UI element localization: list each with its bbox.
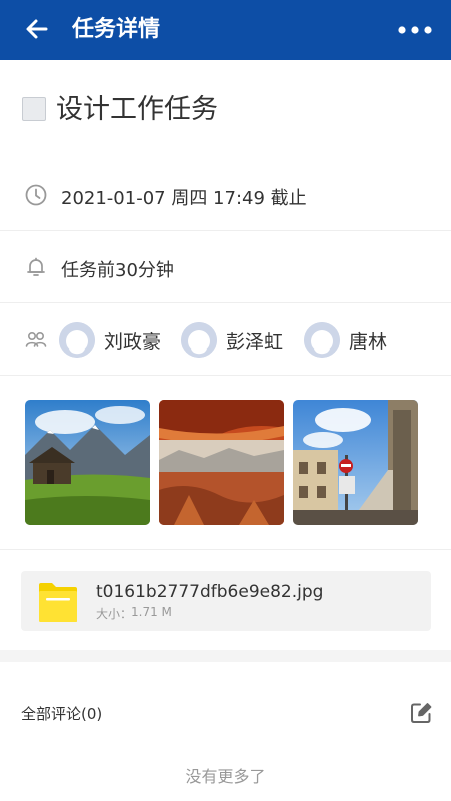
- deadline-row[interactable]: 2021-01-07 周四 17:49 截止: [0, 160, 451, 231]
- member-name: 彭泽虹: [226, 331, 284, 353]
- attachment-size-label: 大小：: [96, 607, 133, 621]
- member-name: 唐林: [349, 331, 388, 353]
- attachment-file-name: t0161b2777dfb6e9e82.jpg: [96, 582, 324, 602]
- avatar-placeholder-icon: [304, 322, 340, 358]
- page-title: 任务详情: [72, 17, 161, 42]
- no-more-text: 没有更多了: [185, 767, 266, 786]
- task-title: 设计工作任务: [56, 94, 218, 125]
- clock-icon: [25, 184, 47, 206]
- app-bar: 任务详情: [0, 0, 451, 60]
- attachment-card[interactable]: t0161b2777dfb6e9e82.jpg 大小： 1.71 M: [21, 571, 431, 631]
- photo-thumbnail[interactable]: [159, 400, 284, 525]
- edit-icon[interactable]: [409, 701, 433, 725]
- people-icon: [25, 332, 47, 347]
- member-name: 刘政豪: [104, 331, 162, 353]
- more-dots-icon[interactable]: [397, 18, 433, 42]
- avatar-placeholder-icon: [181, 322, 217, 358]
- reminder-text: 任务前30分钟: [61, 260, 174, 281]
- photo-thumbnail[interactable]: [293, 400, 418, 525]
- comments-label: 全部评论(0): [21, 705, 103, 723]
- avatar-placeholder-icon: [59, 322, 95, 358]
- back-arrow-icon[interactable]: [22, 14, 52, 44]
- bell-icon: [27, 257, 45, 276]
- task-complete-checkbox[interactable]: [22, 97, 46, 121]
- folder-icon: [39, 583, 77, 622]
- reminder-row[interactable]: 任务前30分钟: [0, 231, 451, 303]
- section-divider: [0, 650, 451, 662]
- deadline-text: 2021-01-07 周四 17:49 截止: [61, 188, 307, 209]
- photo-thumbnail[interactable]: [25, 400, 150, 525]
- attachment-size-value: 1.71 M: [131, 605, 172, 619]
